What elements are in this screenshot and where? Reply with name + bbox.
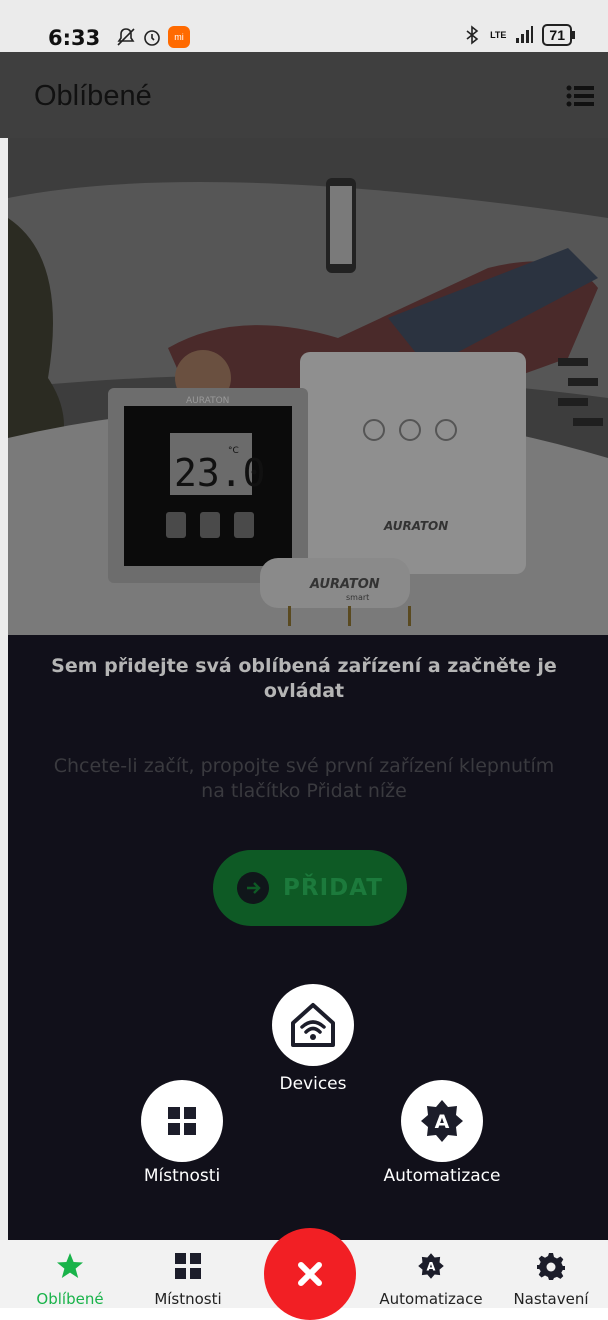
mi-app-icon: mi	[168, 26, 190, 48]
close-fab-button[interactable]	[264, 1228, 356, 1320]
signal-icon	[516, 26, 534, 43]
empty-state-panel	[8, 635, 608, 1240]
nav-label-automation: Automatizace	[379, 1290, 483, 1308]
empty-state-subtext: Chcete-li začít, propojte své první zaří…	[53, 755, 555, 802]
hero-illustration: AURATON AURATON 23.0 °C AURATON smart	[8, 138, 608, 635]
arrow-right-icon	[237, 872, 270, 904]
thermostat-unit: °C	[228, 446, 239, 456]
nav-label-rooms: Místnosti	[154, 1290, 222, 1308]
alarm-icon	[144, 30, 160, 46]
automation-fab-label: Automatizace	[383, 1166, 501, 1186]
nav-item-favorites[interactable]: Oblíbené	[18, 1240, 122, 1308]
grid-icon	[175, 1253, 201, 1279]
status-icons-left: mi	[116, 26, 190, 48]
status-time: 6:33	[48, 26, 101, 50]
nav-label-favorites: Oblíbené	[36, 1290, 104, 1308]
white-device-brand: AURATON	[383, 519, 448, 533]
star-icon	[57, 1253, 83, 1278]
nav-item-automation[interactable]: A Automatizace	[372, 1240, 490, 1308]
module-brand: AURATON	[309, 577, 380, 592]
battery-indicator: 71	[542, 24, 575, 46]
nav-item-rooms[interactable]: Místnosti	[136, 1240, 240, 1308]
empty-state-headline: Sem přidejte svá oblíbená zařízení a zač…	[51, 655, 557, 702]
thermostat-brand: AURATON	[186, 396, 229, 406]
svg-text:A: A	[427, 1259, 436, 1273]
nav-item-settings[interactable]: Nastavení	[498, 1240, 604, 1308]
hero-image: AURATON AURATON 23.0 °C AURATON smart	[8, 138, 608, 635]
devices-fab-label: Devices	[279, 1074, 347, 1094]
gear-icon	[537, 1253, 565, 1280]
rooms-fab[interactable]	[141, 1080, 223, 1162]
devices-fab[interactable]	[272, 984, 354, 1066]
automation-icon: A	[418, 1253, 444, 1279]
grid-icon	[168, 1107, 196, 1135]
automation-fab[interactable]: A	[401, 1080, 483, 1162]
notifications-off-icon	[117, 28, 135, 46]
home-wifi-icon	[291, 1003, 335, 1047]
automation-icon: A	[421, 1100, 463, 1142]
close-icon	[298, 1262, 322, 1286]
bluetooth-icon	[466, 25, 479, 45]
page-title: Oblíbené	[34, 80, 152, 112]
add-button-label: PŘIDAT	[283, 875, 383, 901]
rooms-fab-label: Místnosti	[143, 1166, 221, 1186]
list-menu-icon[interactable]	[566, 84, 594, 108]
status-icons-right: LTE 71	[462, 24, 575, 46]
add-button[interactable]: PŘIDAT	[213, 850, 407, 926]
thermostat-temperature: 23.0	[174, 451, 266, 495]
left-edge	[0, 52, 8, 1240]
svg-text:A: A	[435, 1111, 450, 1133]
module-subbrand: smart	[346, 593, 369, 602]
app-header: Oblíbené	[0, 52, 608, 138]
nav-label-settings: Nastavení	[513, 1290, 589, 1308]
lte-label: LTE	[490, 30, 507, 40]
